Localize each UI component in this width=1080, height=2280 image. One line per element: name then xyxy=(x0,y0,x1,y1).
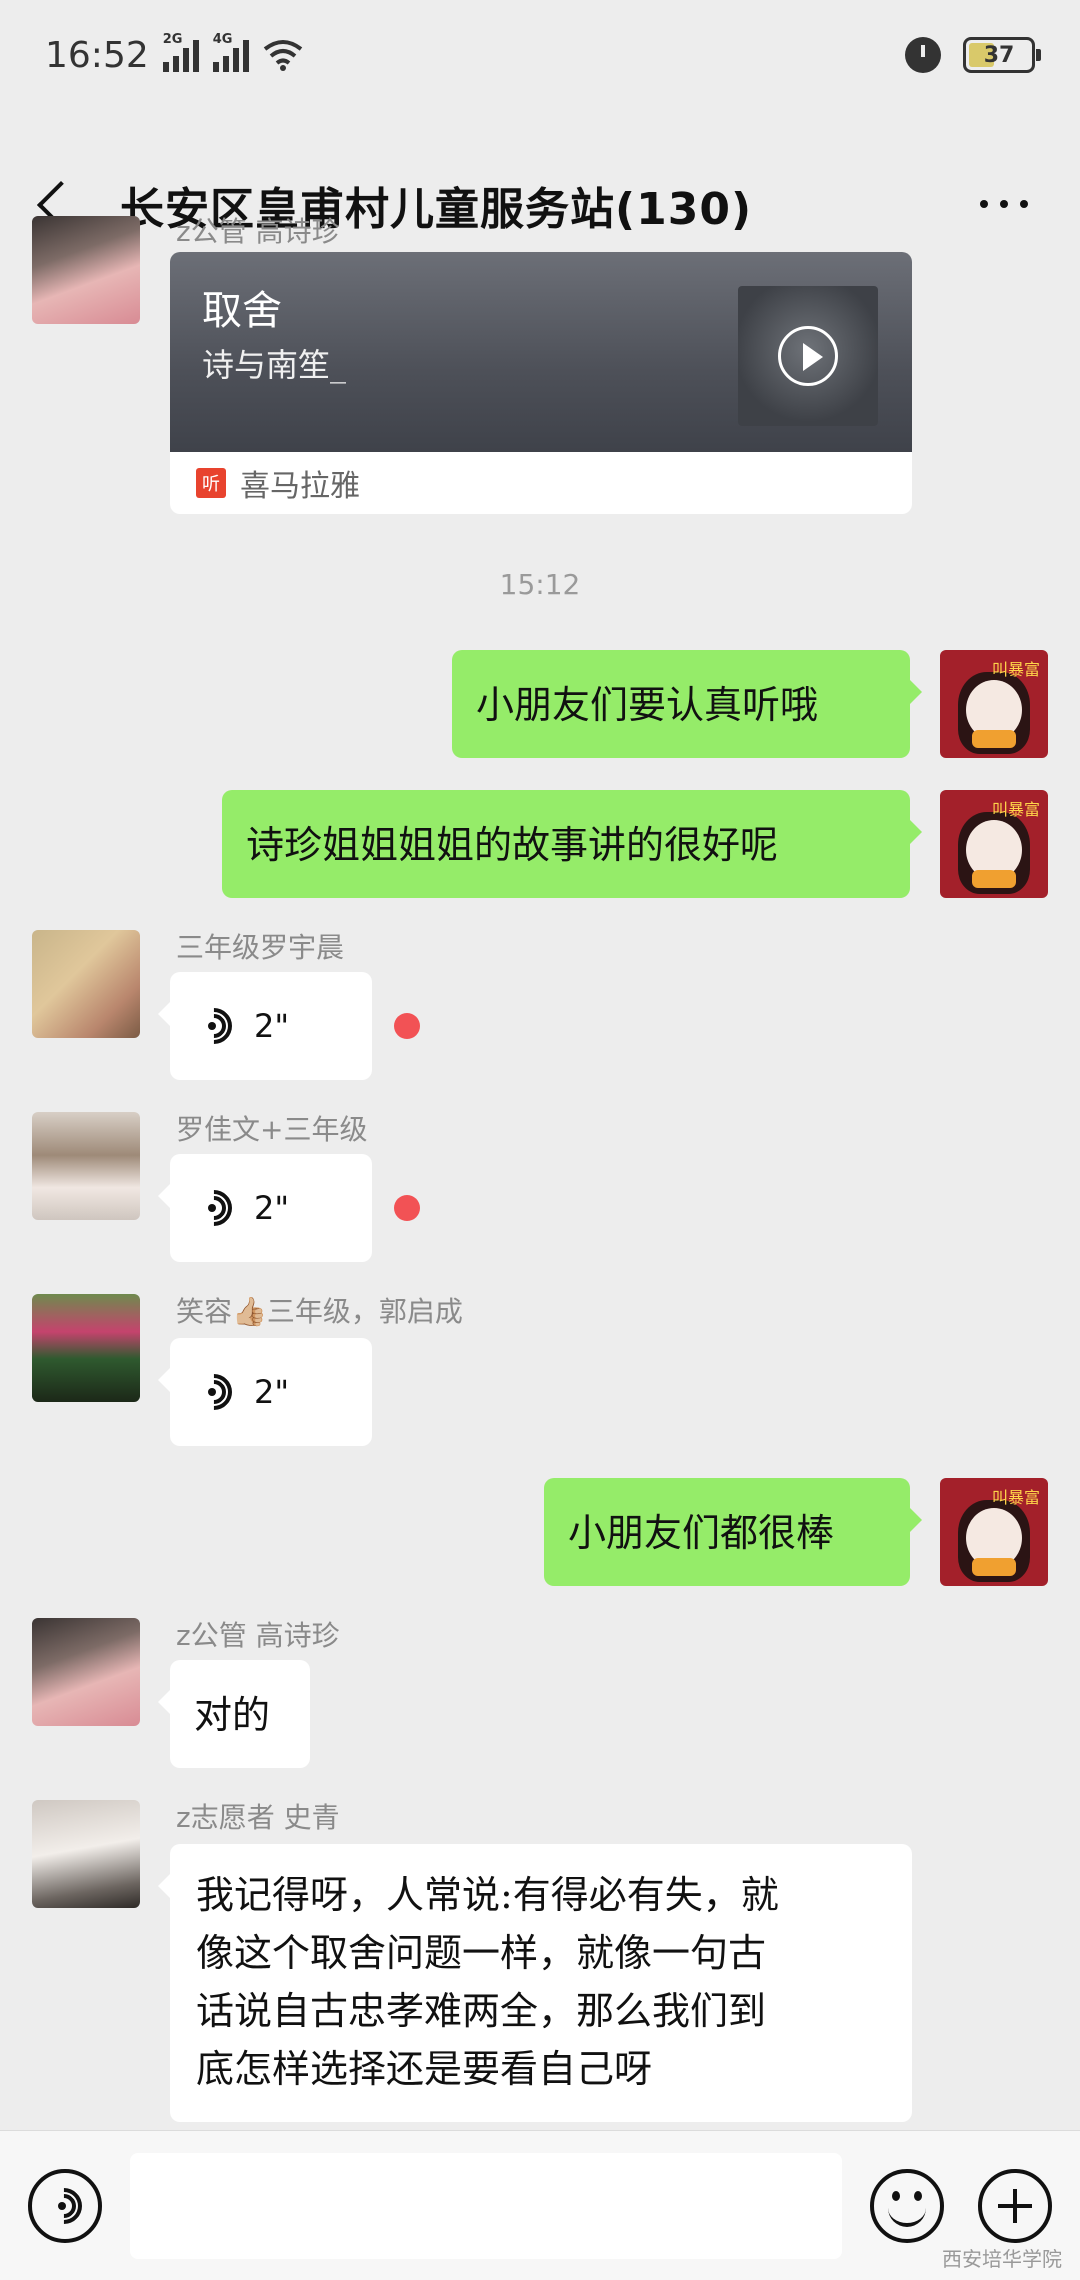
chat-area[interactable]: z公管 高诗珍 取舍 诗与南笙_ 听 喜马拉雅 15:12 小朋友们要认真听哦 … xyxy=(0,210,1080,2130)
voice-message-bubble[interactable]: 2" xyxy=(158,1154,372,1262)
message-text: 对的 xyxy=(194,1693,271,1737)
watermark: 西安培华学院 xyxy=(942,2247,1062,2271)
my-message-bubble[interactable]: 小朋友们都很棒 xyxy=(544,1478,922,1586)
avatar[interactable] xyxy=(32,216,140,324)
my-message-bubble[interactable]: 诗珍姐姐姐姐的故事讲的很好呢 xyxy=(222,790,922,898)
voice-message-bubble[interactable]: 2" xyxy=(158,1338,372,1446)
message-line: 像这个取舍问题一样，就像一句古 xyxy=(196,1931,767,1975)
my-avatar[interactable]: 叫暴富 xyxy=(940,790,1048,898)
wifi-icon xyxy=(263,40,302,71)
status-right: 37 xyxy=(905,37,1041,73)
card-source: 喜马拉雅 xyxy=(240,469,360,504)
signal-4g-icon: 4G xyxy=(212,32,249,72)
unread-dot xyxy=(394,1195,420,1221)
sender-name: 三年级罗宇晨 xyxy=(176,931,345,964)
voice-duration: 2" xyxy=(254,1007,290,1045)
my-avatar[interactable]: 叫暴富 xyxy=(940,1478,1048,1586)
card-banner: 取舍 诗与南笙_ xyxy=(170,252,912,452)
voice-duration: 2" xyxy=(254,1373,290,1411)
alarm-icon xyxy=(905,37,941,73)
avatar[interactable] xyxy=(32,1294,140,1402)
message-bubble[interactable]: 我记得呀，人常说:有得必有失，就 像这个取舍问题一样，就像一句古 话说自古忠孝难… xyxy=(158,1844,912,2122)
message-bubble[interactable]: 对的 xyxy=(158,1660,310,1768)
voice-wave-icon xyxy=(188,1182,240,1234)
ximalaya-logo-icon: 听 xyxy=(196,468,226,498)
avatar-badge: 叫暴富 xyxy=(991,800,1040,819)
message-timestamp: 15:12 xyxy=(499,568,581,601)
signal-2g-icon: 2G xyxy=(162,32,199,72)
status-left: 16:52 2G 4G xyxy=(45,32,303,76)
my-message-bubble[interactable]: 小朋友们要认真听哦 xyxy=(452,650,922,758)
message-line: 话说自古忠孝难两全，那么我们到 xyxy=(196,1989,767,2033)
avatar-badge: 叫暴富 xyxy=(991,1488,1040,1507)
voice-duration: 2" xyxy=(254,1189,290,1227)
voice-input-button[interactable] xyxy=(28,2169,102,2243)
avatar-badge: 叫暴富 xyxy=(991,660,1040,679)
plus-icon[interactable] xyxy=(978,2169,1052,2243)
sender-name: 罗佳文+三年级 xyxy=(176,1113,368,1146)
message-text: 小朋友们都很棒 xyxy=(568,1511,835,1555)
card-subtitle: 诗与南笙_ xyxy=(202,346,347,384)
card-thumbnail xyxy=(738,286,878,426)
avatar[interactable] xyxy=(32,1618,140,1726)
voice-message-bubble[interactable]: 2" xyxy=(158,972,372,1080)
avatar[interactable] xyxy=(32,930,140,1038)
sender-name: z志愿者 史青 xyxy=(176,1801,340,1834)
input-bar: 西安培华学院 xyxy=(0,2130,1080,2280)
sender-name: z公管 高诗珍 xyxy=(176,215,340,248)
status-bar: 16:52 2G 4G 37 xyxy=(0,0,1080,110)
play-icon[interactable] xyxy=(778,326,838,386)
avatar[interactable] xyxy=(32,1800,140,1908)
my-avatar[interactable]: 叫暴富 xyxy=(940,650,1048,758)
unread-dot xyxy=(394,1013,420,1039)
shared-audio-card[interactable]: 取舍 诗与南笙_ 听 喜马拉雅 xyxy=(170,252,912,514)
sender-name: 笑容👍🏼三年级，郭启成 xyxy=(176,1295,463,1328)
voice-wave-icon xyxy=(38,2180,90,2232)
clock: 16:52 xyxy=(45,34,149,76)
battery-icon: 37 xyxy=(963,37,1041,73)
voice-wave-icon xyxy=(188,1366,240,1418)
message-line: 底怎样选择还是要看自己呀 xyxy=(196,2047,653,2091)
more-options-icon[interactable] xyxy=(980,200,1028,208)
message-input[interactable] xyxy=(130,2153,842,2259)
card-title: 取舍 xyxy=(202,288,282,334)
emoji-icon[interactable] xyxy=(870,2169,944,2243)
message-text: 诗珍姐姐姐姐的故事讲的很好呢 xyxy=(246,823,779,867)
message-line: 我记得呀，人常说:有得必有失，就 xyxy=(196,1873,779,1917)
message-text: 小朋友们要认真听哦 xyxy=(476,683,819,727)
card-footer: 听 喜马拉雅 xyxy=(170,452,912,514)
voice-wave-icon xyxy=(188,1000,240,1052)
avatar[interactable] xyxy=(32,1112,140,1220)
battery-level: 37 xyxy=(983,42,1015,68)
sender-name: z公管 高诗珍 xyxy=(176,1619,340,1652)
